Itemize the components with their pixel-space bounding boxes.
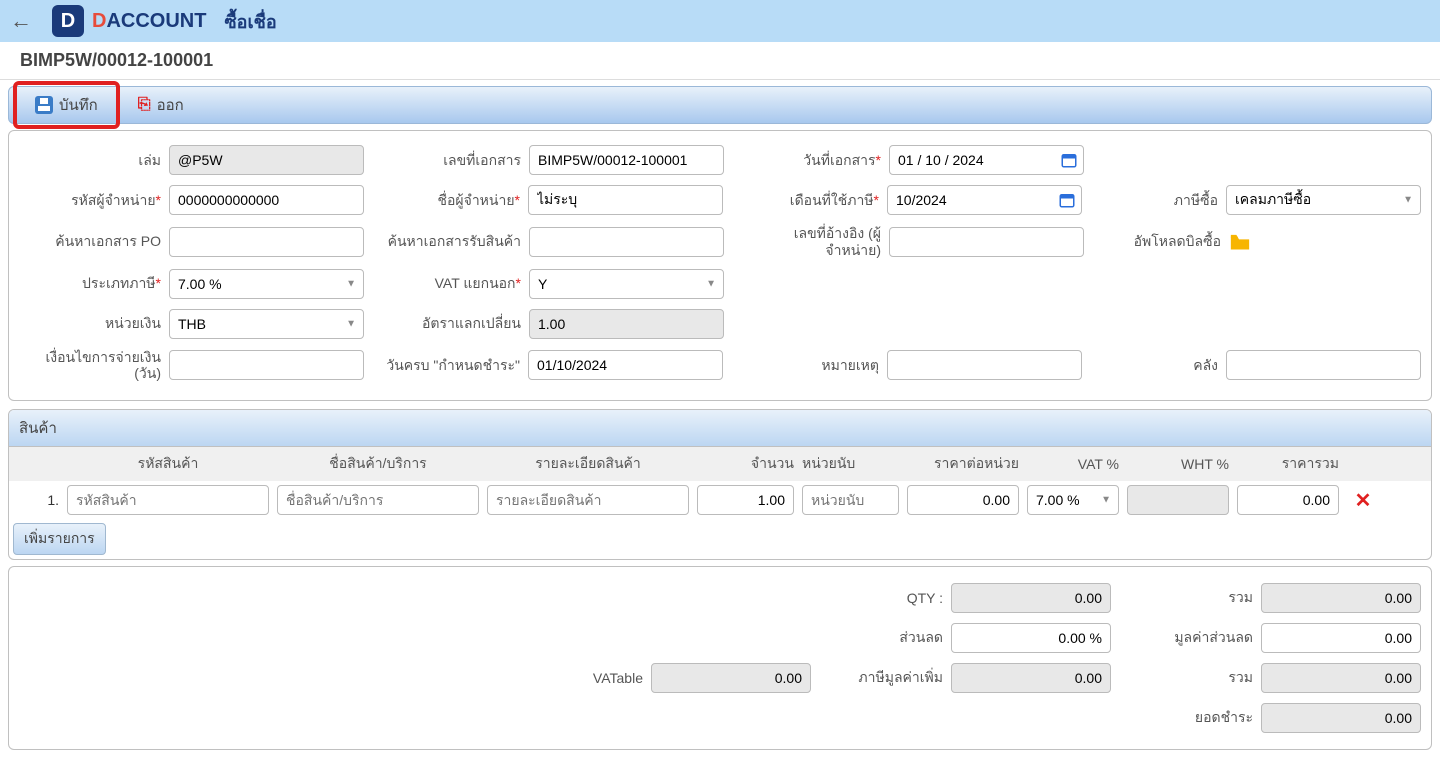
- qty-label: QTY :: [841, 590, 951, 606]
- col-name: ชื่อสินค้า/บริการ: [273, 453, 483, 475]
- folder-icon[interactable]: [1229, 233, 1251, 251]
- sum2-label: รวม: [1141, 667, 1261, 689]
- po-search-label: ค้นหาเอกสาร PO: [19, 233, 169, 250]
- summary-panel: QTY : รวม ส่วนลด มูลค่าส่วนลด VATable ภา…: [8, 566, 1432, 750]
- gr-search-input[interactable]: [529, 227, 724, 257]
- po-search-input[interactable]: [169, 227, 364, 257]
- book-label: เล่ม: [19, 152, 169, 169]
- item-qty-input[interactable]: [697, 485, 794, 515]
- exrate-input: [529, 309, 724, 339]
- col-code: รหัสสินค้า: [63, 453, 273, 475]
- gr-search-label: ค้นหาเอกสารรับสินค้า: [379, 233, 529, 250]
- tax-month-input[interactable]: [887, 185, 1082, 215]
- item-code-input[interactable]: [67, 485, 269, 515]
- col-wht: WHT %: [1123, 456, 1233, 472]
- ref-no-label: เลขที่อ้างอิง (ผู้จำหน่าย): [739, 225, 889, 259]
- item-name-input[interactable]: [277, 485, 479, 515]
- payment-terms-input[interactable]: [169, 350, 364, 380]
- save-button[interactable]: บันทึก: [25, 87, 108, 123]
- item-total-input[interactable]: [1237, 485, 1339, 515]
- back-arrow-icon[interactable]: ←: [10, 8, 32, 34]
- logo-letter: D: [61, 10, 75, 33]
- action-toolbar: บันทึก ⎘ ออก: [8, 86, 1432, 124]
- items-panel: สินค้า รหัสสินค้า ชื่อสินค้า/บริการ รายล…: [8, 409, 1432, 560]
- vat-amt-value: [951, 663, 1111, 693]
- delete-row-icon[interactable]: ✕: [1355, 490, 1372, 512]
- qty-value: [951, 583, 1111, 613]
- brand-name: DACCOUNT: [92, 10, 206, 33]
- doc-date-label: วันที่เอกสาร*: [739, 152, 889, 169]
- currency-select[interactable]: [169, 309, 364, 339]
- col-unit: หน่วยนับ: [798, 453, 903, 475]
- sum-value: [1261, 583, 1421, 613]
- col-qty: จำนวน: [693, 453, 798, 475]
- purchase-tax-select[interactable]: [1226, 185, 1421, 215]
- book-input: [169, 145, 364, 175]
- save-button-highlight: บันทึก: [13, 81, 120, 129]
- vat-excl-select[interactable]: [529, 269, 724, 299]
- tax-type-label: ประเภทภาษี*: [19, 275, 169, 292]
- vat-amt-label: ภาษีมูลค่าเพิ่ม: [841, 667, 951, 689]
- calendar-icon[interactable]: [1058, 191, 1076, 209]
- exit-icon: ⎘: [138, 96, 151, 114]
- col-desc: รายละเอียดสินค้า: [483, 453, 693, 475]
- items-header-row: รหัสสินค้า ชื่อสินค้า/บริการ รายละเอียดส…: [9, 447, 1431, 481]
- app-logo: D: [52, 5, 84, 37]
- page-title: ซื้อเชื่อ: [224, 7, 276, 36]
- ref-no-input[interactable]: [889, 227, 1084, 257]
- col-price: ราคาต่อหน่วย: [903, 453, 1023, 475]
- exrate-label: อัตราแลกเปลี่ยน: [379, 315, 529, 332]
- purchase-tax-label: ภาษีซื้อ: [1096, 192, 1226, 209]
- tax-month-label: เดือนที่ใช้ภาษี*: [737, 192, 887, 209]
- save-icon: [35, 96, 53, 114]
- table-row: 1. ▼ ✕: [9, 481, 1431, 519]
- upload-label: อัพโหลดบิลซื้อ: [1099, 233, 1229, 250]
- due-date-input[interactable]: [528, 350, 723, 380]
- remark-input[interactable]: [887, 350, 1082, 380]
- vendor-code-input[interactable]: [169, 185, 364, 215]
- vat-excl-label: VAT แยกนอก*: [379, 275, 529, 292]
- save-label: บันทึก: [59, 93, 98, 117]
- payable-label: ยอดชำระ: [1141, 707, 1261, 729]
- vatable-value: [651, 663, 811, 693]
- vendor-name-input[interactable]: [528, 185, 723, 215]
- col-vat: VAT %: [1023, 456, 1123, 472]
- sum-label: รวม: [1141, 587, 1261, 609]
- top-bar: ← D DACCOUNT ซื้อเชื่อ: [0, 0, 1440, 42]
- doc-number-display: BIMP5W/00012-100001: [0, 42, 1440, 80]
- doc-date-input[interactable]: [889, 145, 1084, 175]
- items-section-title: สินค้า: [9, 410, 1431, 447]
- item-desc-input[interactable]: [487, 485, 689, 515]
- item-unit-input[interactable]: [802, 485, 899, 515]
- item-vat-select[interactable]: [1027, 485, 1119, 515]
- vendor-code-label: รหัสผู้จำหน่าย*: [19, 192, 169, 209]
- currency-label: หน่วยเงิน: [19, 315, 169, 332]
- payable-value: [1261, 703, 1421, 733]
- remark-label: หมายเหตุ: [737, 357, 887, 374]
- calendar-icon[interactable]: [1060, 151, 1078, 169]
- tax-type-select[interactable]: [169, 269, 364, 299]
- add-item-button[interactable]: เพิ่มรายการ: [13, 523, 106, 555]
- form-panel: เล่ม เลขที่เอกสาร วันที่เอกสาร* รหัสผู้จ…: [8, 130, 1432, 401]
- item-wht-input: [1127, 485, 1229, 515]
- vendor-name-label: ชื่อผู้จำหน่าย*: [378, 192, 528, 209]
- warehouse-label: คลัง: [1096, 357, 1226, 374]
- sum2-value: [1261, 663, 1421, 693]
- row-number: 1.: [15, 492, 63, 508]
- warehouse-input[interactable]: [1226, 350, 1421, 380]
- vatable-label: VATable: [541, 670, 651, 686]
- doc-no-input[interactable]: [529, 145, 724, 175]
- exit-label: ออก: [157, 93, 184, 117]
- discount-input[interactable]: [951, 623, 1111, 653]
- exit-button[interactable]: ⎘ ออก: [128, 87, 194, 123]
- item-price-input[interactable]: [907, 485, 1019, 515]
- discount-amt-input[interactable]: [1261, 623, 1421, 653]
- discount-label: ส่วนลด: [841, 627, 951, 649]
- due-date-label: วันครบ "กำหนดชำระ": [378, 357, 528, 374]
- col-total: ราคารวม: [1233, 453, 1343, 475]
- discount-amt-label: มูลค่าส่วนลด: [1141, 627, 1261, 649]
- doc-no-label: เลขที่เอกสาร: [379, 152, 529, 169]
- payment-terms-label: เงื่อนไขการจ่ายเงิน (วัน): [19, 349, 169, 383]
